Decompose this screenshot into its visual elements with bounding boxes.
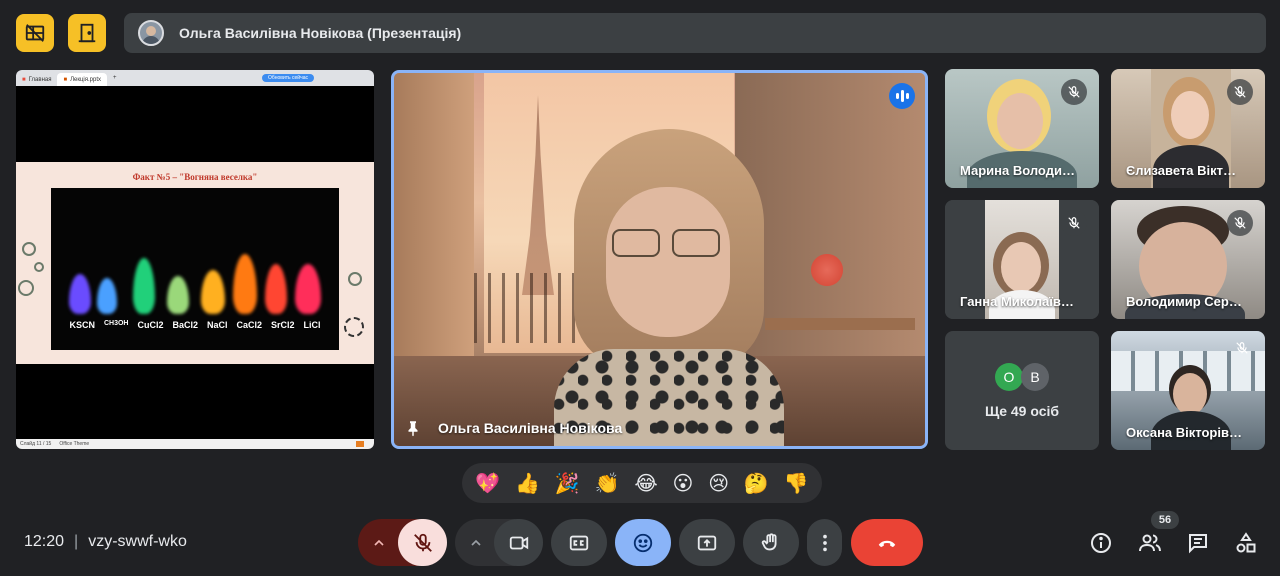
- door-button[interactable]: [68, 14, 106, 52]
- more-options-button[interactable]: [807, 519, 842, 566]
- browser-chrome: ■ Главная ■ Лекція.pptx + Обновить сейчас: [16, 70, 374, 86]
- more-vert-icon: [822, 534, 827, 551]
- chat-button[interactable]: [1185, 530, 1211, 556]
- mic-off-icon: [1227, 210, 1253, 236]
- end-call-button[interactable]: [851, 519, 923, 566]
- avatar: [138, 20, 164, 46]
- reaction-laugh[interactable]: 😂: [634, 471, 657, 495]
- update-button: Обновить сейчас: [262, 74, 314, 82]
- mic-off-icon: [413, 533, 432, 552]
- page-title: Ольга Василівна Новікова (Презентація): [179, 25, 462, 41]
- presenter-title-bar: Ольга Василівна Новікова (Презентація): [124, 13, 1266, 53]
- reaction-clap[interactable]: 👏: [595, 471, 620, 495]
- mic-off-icon: [1061, 210, 1087, 236]
- browser-tab-pptx: ■ Лекція.pptx: [57, 73, 108, 86]
- present-button[interactable]: [679, 519, 735, 566]
- participant-count-badge: 56: [1151, 511, 1179, 529]
- activities-icon: [1236, 532, 1256, 553]
- participant-name: Володимир Сер…: [1126, 294, 1242, 309]
- participant-tile[interactable]: Володимир Сер…: [1111, 200, 1265, 319]
- ppt-status-bar: Слайд 11 / 15 Office Theme: [16, 439, 374, 449]
- videocam-icon: [509, 536, 528, 549]
- pin-icon[interactable]: [404, 418, 422, 438]
- speaker-video: [554, 129, 784, 446]
- participant-name: Оксана Вікторів…: [1126, 425, 1242, 440]
- chevron-up-icon: [374, 539, 384, 546]
- emoji-icon: [633, 533, 653, 552]
- participant-name: Марина Володи…: [960, 163, 1075, 178]
- participant-tile[interactable]: Марина Володи…: [945, 69, 1099, 188]
- layout-button[interactable]: [16, 14, 54, 52]
- reaction-thumbs-up[interactable]: 👍: [515, 471, 540, 495]
- reaction-thumbs-down[interactable]: 👎: [784, 471, 809, 495]
- flame-labels: KSCN CH3OH CuCl2 BaCl2 NaCl CaCl2 SrCl2 …: [69, 320, 321, 330]
- meeting-code: vzy-swwf-wko: [88, 533, 187, 550]
- reaction-party[interactable]: 🎉: [555, 471, 580, 495]
- captions-button[interactable]: [551, 519, 607, 566]
- mic-off-icon: [1229, 335, 1255, 361]
- participant-tile[interactable]: Ганна Миколаїв…: [945, 200, 1099, 319]
- chat-icon: [1189, 534, 1207, 554]
- hand-icon: [761, 532, 777, 550]
- present-to-all-icon: [697, 535, 717, 550]
- meeting-details-button[interactable]: [1088, 530, 1114, 556]
- chevron-up-icon: [471, 539, 481, 546]
- mic-toggle-button[interactable]: [398, 519, 447, 566]
- meeting-info: 12:20 | vzy-swwf-wko: [24, 533, 187, 550]
- reaction-thinking[interactable]: 🤔: [744, 471, 769, 495]
- more-participants-tile[interactable]: О В Ще 49 осіб: [945, 331, 1099, 450]
- people-icon: [1139, 534, 1161, 552]
- participant-tile[interactable]: Єлизавета Вікт…: [1111, 69, 1265, 188]
- participant-tile[interactable]: Оксана Вікторів…: [1111, 331, 1265, 450]
- reactions-bar: 💖 👍 🎉 👏 😂 😮 😢 🤔 👎: [462, 463, 822, 503]
- people-button[interactable]: [1137, 530, 1163, 556]
- browser-tab-home: ■ Главная: [22, 76, 52, 83]
- participant-name: Єлизавета Вікт…: [1126, 163, 1236, 178]
- clock: 12:20: [24, 533, 65, 550]
- participant-name: Ганна Миколаїв…: [960, 294, 1074, 309]
- layout-off-icon: [25, 24, 45, 42]
- slide-title: Факт №5 – "Вогняна веселка": [132, 172, 258, 182]
- mic-off-icon: [1061, 79, 1087, 105]
- speaker-name: Ольга Василівна Новікова: [438, 420, 623, 436]
- speaking-indicator-icon: [889, 83, 915, 109]
- presentation-tile[interactable]: ■ Главная ■ Лекція.pptx + Обновить сейчас …: [16, 70, 374, 449]
- main-speaker-tile[interactable]: Ольга Василівна Новікова: [391, 70, 928, 449]
- door-icon: [78, 23, 96, 43]
- call-end-icon: [878, 540, 896, 547]
- more-participants-label: Ще 49 осіб: [984, 403, 1060, 419]
- avatar: О: [995, 363, 1023, 391]
- activities-button[interactable]: [1233, 530, 1259, 556]
- reaction-sad[interactable]: 😢: [708, 471, 729, 495]
- mic-off-icon: [1227, 79, 1253, 105]
- camera-toggle-button[interactable]: [494, 519, 543, 566]
- reaction-surprised[interactable]: 😮: [673, 471, 694, 495]
- emoji-button[interactable]: [615, 519, 671, 566]
- flame-image: KSCN CH3OH CuCl2 BaCl2 NaCl CaCl2 SrCl2 …: [51, 188, 339, 350]
- reaction-heart[interactable]: 💖: [475, 471, 500, 495]
- avatar: В: [1021, 363, 1049, 391]
- slide: Факт №5 – "Вогняна веселка" KSCN CH3OH C…: [16, 162, 374, 364]
- raise-hand-button[interactable]: [743, 519, 799, 566]
- info-icon: [1091, 533, 1111, 553]
- closed-captions-icon: [569, 535, 589, 550]
